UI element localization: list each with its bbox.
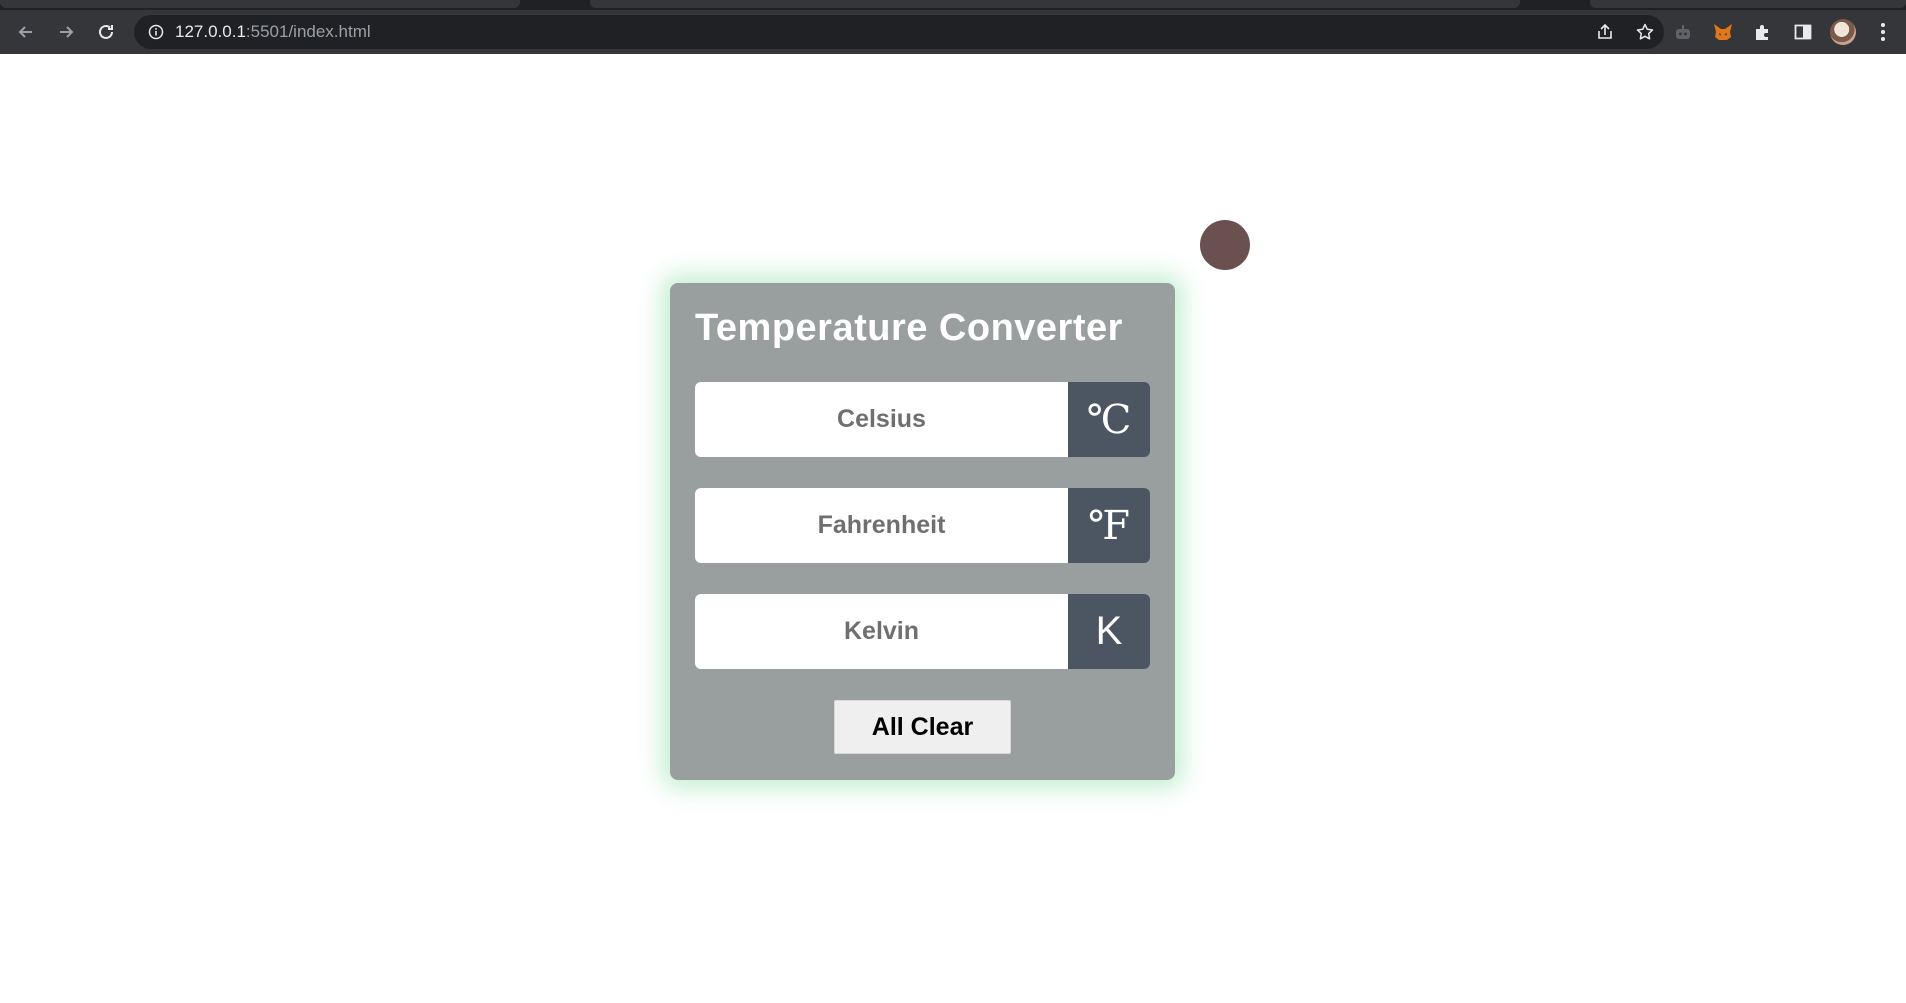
fahrenheit-row: ℉ (695, 488, 1150, 563)
celsius-row: ℃ (695, 382, 1150, 457)
tab[interactable] (590, 0, 1520, 8)
kelvin-input[interactable] (695, 594, 1068, 669)
floating-dot (1200, 220, 1250, 270)
profile-avatar-icon (1830, 19, 1856, 45)
fahrenheit-input[interactable] (695, 488, 1068, 563)
tab-strip (0, 0, 1906, 10)
menu-button[interactable] (1870, 19, 1896, 45)
tab[interactable] (0, 0, 520, 8)
kelvin-unit-label: K (1068, 594, 1150, 669)
url-host: 127.0.0.1 (175, 22, 246, 41)
fox-icon[interactable] (1710, 19, 1736, 45)
all-clear-button[interactable]: All Clear (834, 700, 1011, 754)
avatar[interactable] (1830, 19, 1856, 45)
url-path: :5501/index.html (245, 22, 371, 41)
info-icon[interactable] (147, 23, 165, 41)
fahrenheit-unit-label: ℉ (1068, 488, 1150, 563)
share-icon[interactable] (1594, 21, 1616, 43)
address-bar[interactable]: 127.0.0.1:5501/index.html (134, 15, 1664, 49)
page-title: Temperature Converter (695, 307, 1123, 349)
celsius-input[interactable] (695, 382, 1068, 457)
arrow-left-icon (18, 26, 32, 38)
forward-button[interactable] (46, 12, 86, 52)
tab[interactable] (1590, 0, 1906, 8)
reload-button[interactable] (86, 12, 126, 52)
url-text: 127.0.0.1:5501/index.html (175, 22, 371, 42)
browser-toolbar: 127.0.0.1:5501/index.html (0, 10, 1906, 54)
celsius-unit-label: ℃ (1068, 382, 1150, 457)
reload-icon (99, 24, 113, 39)
arrow-right-icon (60, 26, 74, 38)
puzzle-piece-icon[interactable] (1750, 19, 1776, 45)
star-icon[interactable] (1634, 21, 1656, 43)
vertical-dots-icon (1881, 23, 1885, 41)
robot-icon[interactable] (1670, 19, 1696, 45)
side-panel-icon[interactable] (1790, 19, 1816, 45)
kelvin-row: K (695, 594, 1150, 669)
back-button[interactable] (6, 12, 46, 52)
converter-card: Temperature Converter ℃ ℉ K All Clear (670, 283, 1175, 780)
